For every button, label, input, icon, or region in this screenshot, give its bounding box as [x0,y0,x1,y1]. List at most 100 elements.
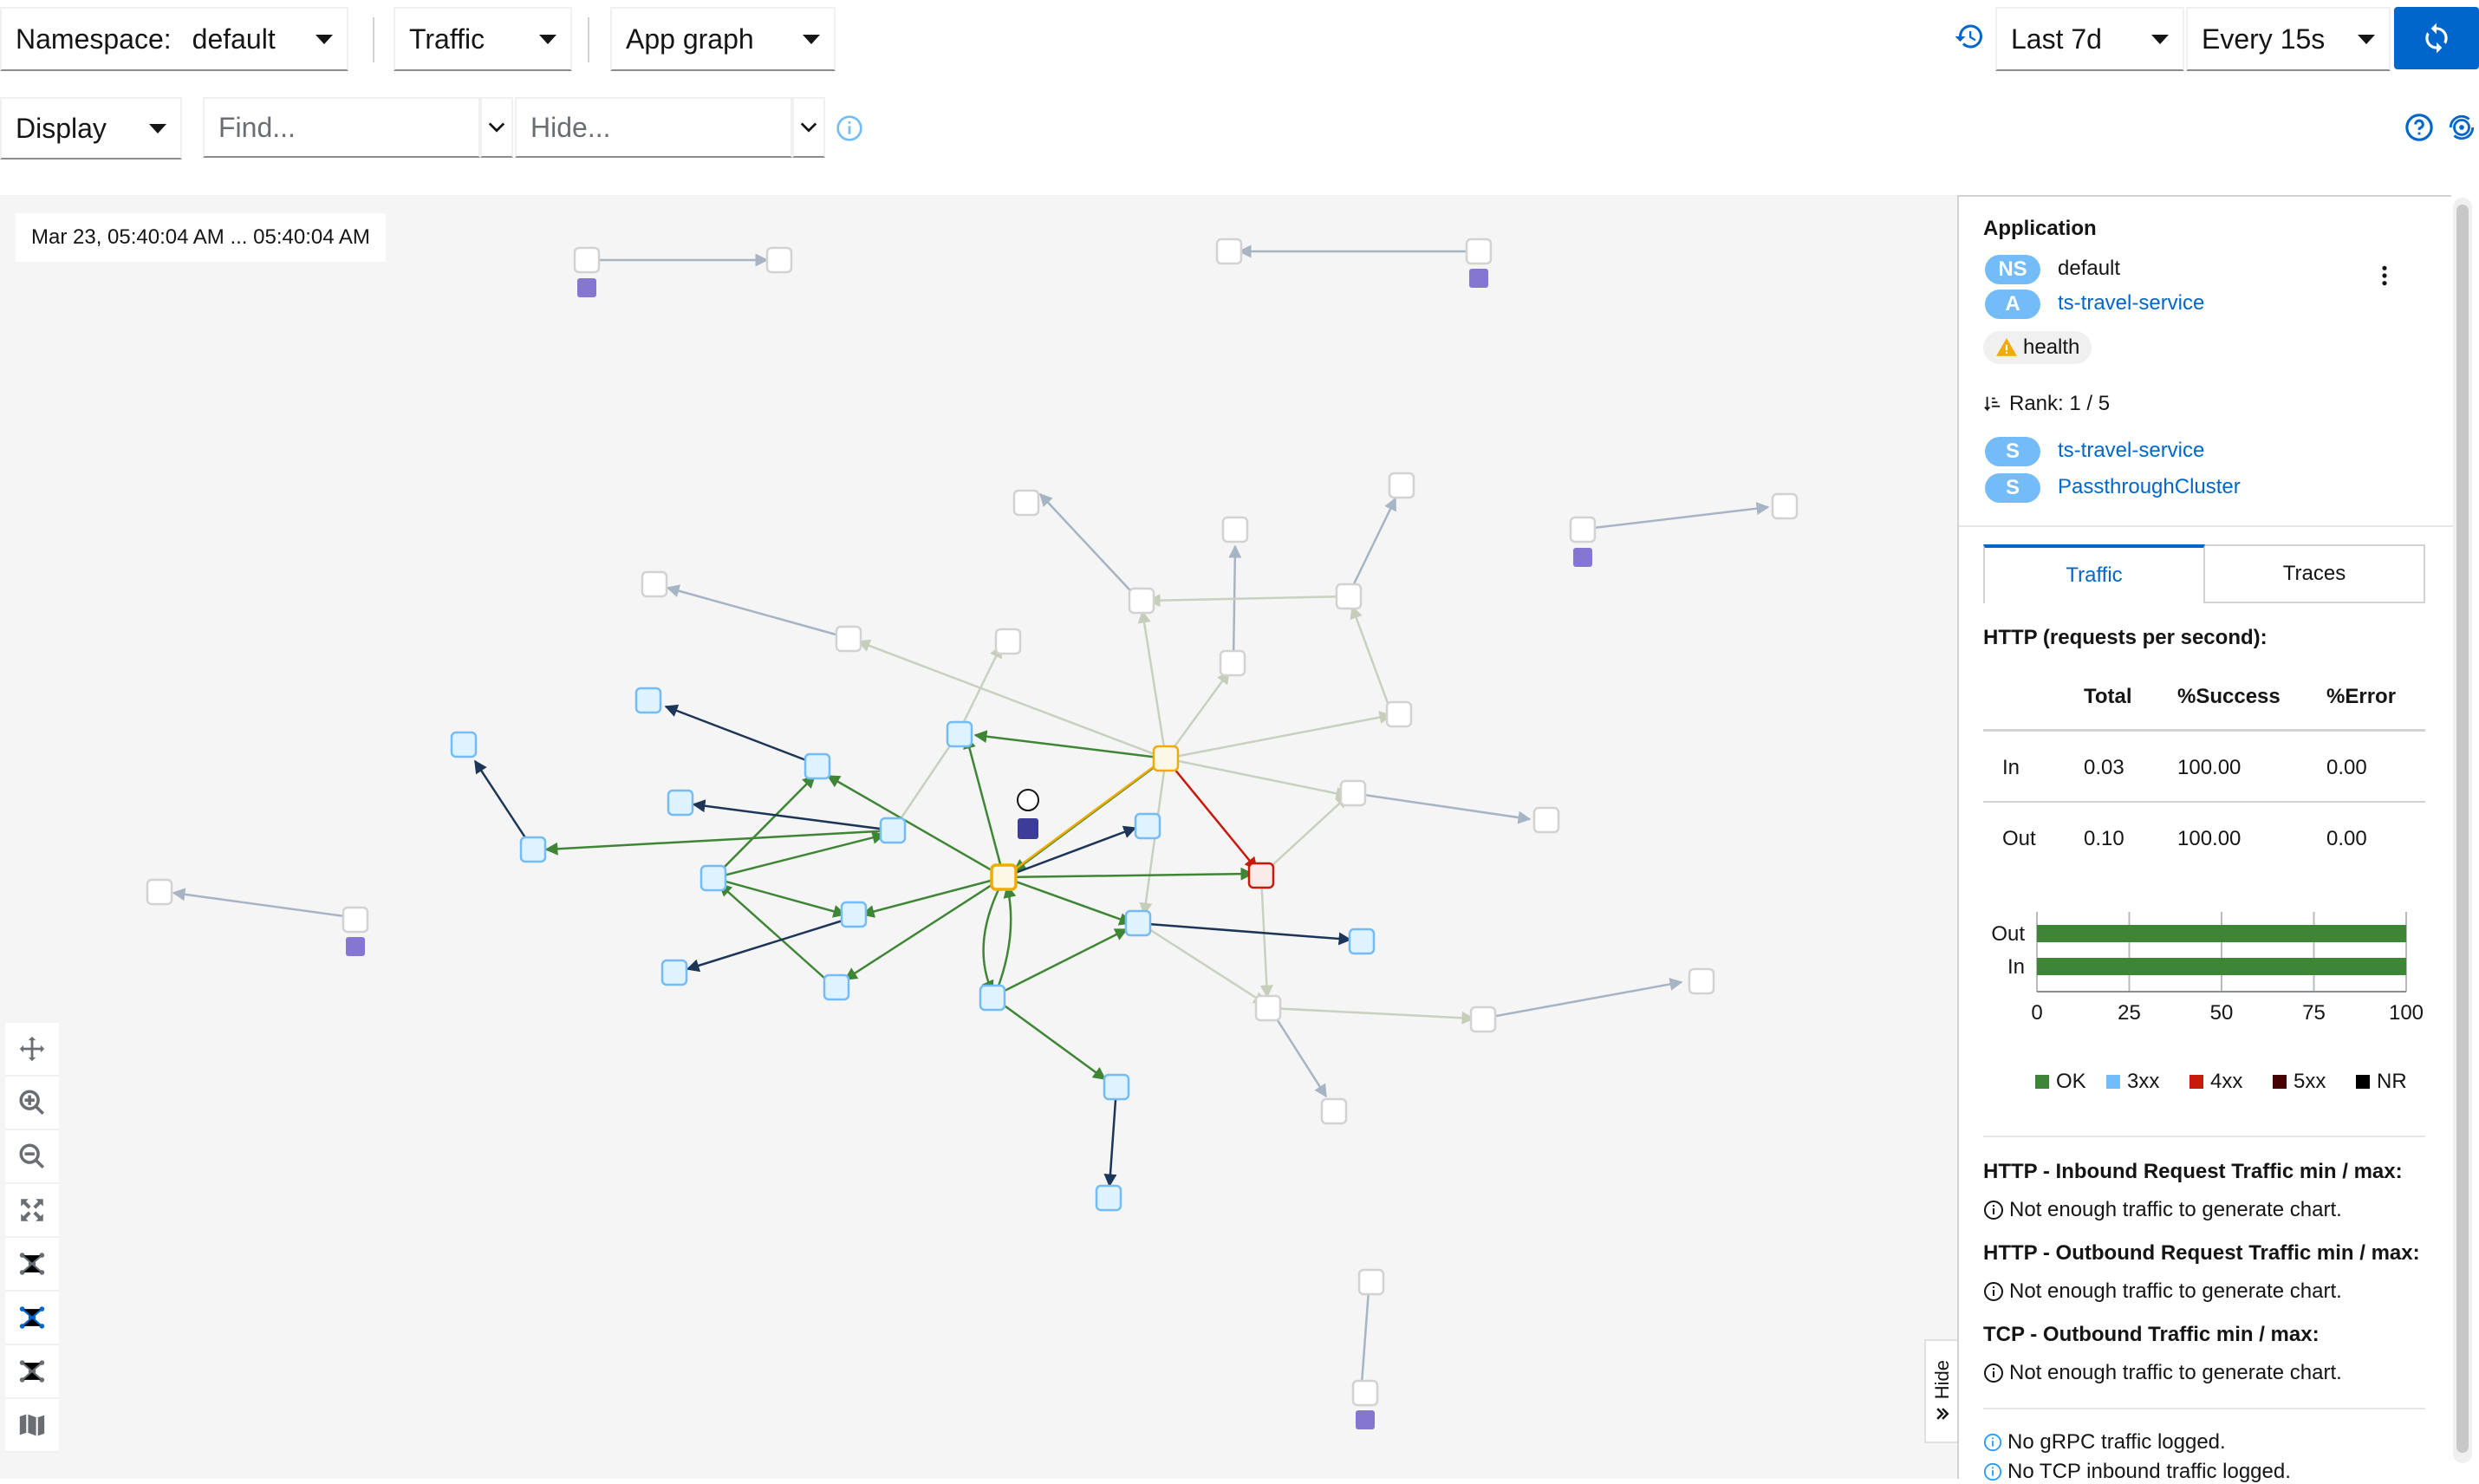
app-link[interactable]: ts-travel-service [2058,291,2204,316]
namespace-value: default [192,23,276,55]
graph-edge [956,644,1003,735]
kebab-menu-icon[interactable] [2372,260,2398,291]
legend-label: OK [2056,1070,2086,1093]
graph-edge [666,584,846,639]
graph-node [1335,583,1363,610]
refresh-interval-dropdown[interactable]: Every 15s [2186,7,2391,71]
panel-scrollbar[interactable] [2453,198,2472,1463]
column-header: %Error [2326,685,2397,708]
panel-heading: Application [1983,217,2097,240]
hide-options-toggle[interactable] [792,97,825,158]
help-icon[interactable] [2403,111,2436,144]
history-icon[interactable] [1950,17,1988,55]
grpc-note: No gRPC traffic logged. [1983,1430,2226,1455]
info-circle-icon [1984,1282,2003,1301]
graph-node [1569,516,1597,543]
graph-edge [1038,492,1141,602]
row-direction: Out [2002,827,2036,850]
chart-category-label: Out [1991,922,2025,946]
graph-canvas[interactable] [0,195,1957,1479]
hide-input[interactable]: Hide... [515,97,792,158]
layout-default-button[interactable] [5,1238,59,1292]
namespace-dropdown[interactable]: Namespace: default [0,7,348,71]
chart-legend-nr: NR [2356,1070,2407,1094]
idle-nodes[interactable] [146,238,1799,1407]
active-nodes[interactable] [450,687,1376,1212]
traffic-dropdown[interactable]: Traffic [394,7,572,71]
outbound-traffic-title: HTTP - Outbound Request Traffic min / ma… [1983,1241,2420,1265]
chevron-down-icon [800,122,817,133]
find-input[interactable]: Find... [203,97,480,158]
graph-tour-icon[interactable] [2444,111,2479,144]
graph-edge [826,774,1005,879]
topology-icon [19,1360,45,1383]
service-graph[interactable] [0,195,1957,1479]
chart-legend-4xx: 4xx [2189,1070,2242,1094]
virtual-service-icon [1018,818,1038,839]
legend-swatch [2356,1075,2370,1089]
namespace-label: Namespace: [16,23,172,55]
pan-button[interactable] [5,1023,59,1077]
graph-node [1465,238,1493,265]
chart-legend-3xx: 3xx [2106,1070,2159,1094]
info-icon[interactable] [834,113,865,144]
graph-node [946,720,973,748]
tab-traffic[interactable]: Traffic [1983,544,2205,603]
scrollbar-thumb[interactable] [2456,205,2469,1453]
health-label[interactable]: health [1983,331,2092,364]
panel-tabs: Traffic Traces [1983,544,2425,603]
display-dropdown[interactable]: Display [0,97,182,159]
graph-edge [712,774,817,879]
hide-panel-tab[interactable]: Hide [1924,1339,1959,1443]
error-node[interactable] [1247,862,1275,889]
column-header: %Success [2177,685,2281,708]
zoom-out-icon [19,1143,45,1169]
selected-app-node[interactable] [990,863,1018,891]
graph-node [699,864,727,892]
graph-node [146,878,173,906]
caret-down-icon [803,34,820,44]
graph-node [1388,472,1415,499]
inbound-traffic-note: Not enough traffic to generate chart. [1983,1198,2342,1222]
warning-node[interactable] [1152,745,1180,772]
duration-dropdown[interactable]: Last 7d [1995,7,2184,71]
graph-edge [1259,875,1273,999]
panel-divider [1983,1136,2425,1137]
zoom-in-button[interactable] [5,1077,59,1130]
graph-node [1012,489,1040,517]
row-success: 100.00 [2177,827,2242,850]
row-success: 100.00 [2177,756,2242,779]
service-link[interactable]: PassthroughCluster [2058,475,2241,499]
chart-tick-label: 50 [2210,1001,2234,1025]
graph-node [1128,587,1155,615]
layout-2-button[interactable] [5,1345,59,1399]
tab-traces[interactable]: Traces [2205,544,2425,603]
virtual-service-icon [1356,1410,1375,1429]
chart-legend-ok: OK [2035,1070,2086,1094]
topology-icon [19,1306,45,1329]
zoom-out-button[interactable] [5,1130,59,1184]
not-enough-text: Not enough traffic to generate chart. [2009,1279,2342,1303]
service-link[interactable]: ts-travel-service [2058,439,2204,463]
virtual-service-icon [1573,548,1592,567]
graph-edge [1137,609,1168,759]
graph-node [667,789,694,817]
graph-edge [963,735,1005,878]
time-range-label: Mar 23, 05:40:04 AM ... 05:40:04 AM [16,213,386,262]
refresh-button[interactable] [2394,7,2479,69]
rank-row: Rank: 1 / 5 [1983,392,2110,416]
find-options-toggle[interactable] [480,97,513,158]
table-row: Out 0.10 100.00 0.00 [1983,803,2425,874]
fit-button[interactable] [5,1184,59,1238]
graph-edge [1136,921,1352,946]
outbound-traffic-note: Not enough traffic to generate chart. [1983,1279,2342,1304]
chart-legend-5xx: 5xx [2273,1070,2326,1094]
layout-1-button[interactable] [5,1292,59,1345]
inbound-traffic-title: HTTP - Inbound Request Traffic min / max… [1983,1160,2403,1183]
graph-edge [1269,1006,1475,1025]
graph-type-dropdown[interactable]: App graph [610,7,836,71]
chevron-down-icon [488,122,505,133]
graph-node [1339,779,1367,807]
legend-button[interactable] [5,1399,59,1453]
row-total: 0.10 [2084,827,2124,850]
